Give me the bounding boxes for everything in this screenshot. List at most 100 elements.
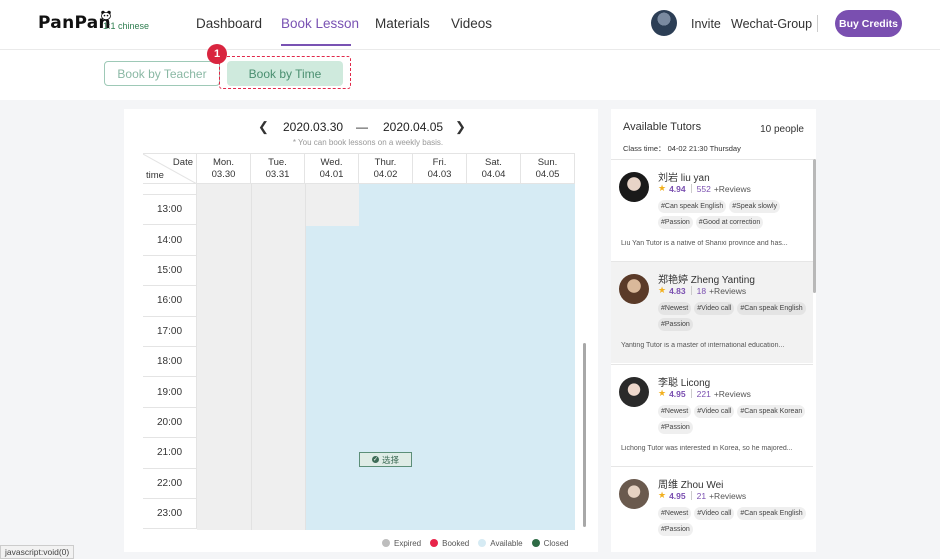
tutor-rating: ★ 4.95 21 +Reviews	[658, 490, 746, 501]
tutor-name: 周维 Zhou Wei	[658, 480, 724, 491]
tutor-card[interactable]: 刘岩 liu yan ★ 4.94 552 +Reviews #Can spea…	[611, 159, 813, 261]
step-badge: 1	[207, 44, 227, 64]
tutor-tag: #Passion	[658, 421, 693, 434]
wechat-group-link[interactable]: Wechat-Group	[731, 17, 812, 31]
reviews-count: 21	[696, 490, 707, 501]
booking-note: * You can book lessons on a weekly basis…	[292, 138, 444, 147]
tutor-card[interactable]: 周维 Zhou Wei ★ 4.95 21 +Reviews #Newest #…	[611, 466, 813, 552]
time-label-spacer	[143, 184, 197, 195]
tutor-name: 郑艳婷 Zheng Yanting	[658, 275, 755, 286]
buy-credits-button[interactable]: Buy Credits	[835, 10, 902, 37]
tutor-tag: #Can speak English	[658, 200, 727, 213]
tutor-description: Yanting Tutor is a master of internation…	[621, 342, 785, 349]
week-range-dash: —	[356, 120, 368, 134]
legend-label: Booked	[442, 538, 470, 548]
rating-divider	[690, 491, 692, 500]
class-time: Class time： 04-02 21:30 Thursday	[623, 144, 741, 153]
legend-closed: Closed	[531, 538, 569, 548]
day-name: Sat.	[485, 157, 502, 168]
day-header-tue: Tue. 03.31	[251, 154, 305, 184]
legend-dot	[430, 539, 439, 547]
legend-available: Available	[478, 539, 523, 548]
tutor-description: Liu Yan Tutor is a native of Shanxi prov…	[621, 240, 788, 247]
tutors-count: 10 people	[760, 124, 804, 135]
tutor-tag: #Passion	[658, 318, 693, 331]
expired-slots-wed	[305, 184, 359, 226]
legend-label: Closed	[543, 538, 569, 548]
available-tutors-panel: Available Tutors 10 people Class time： 0…	[611, 109, 816, 552]
legend-expired: Expired	[382, 539, 421, 548]
tab-book-by-teacher[interactable]: Book by Teacher	[104, 61, 220, 86]
tutor-tag: #Video call	[694, 507, 735, 520]
nav-materials[interactable]: Materials	[375, 16, 430, 31]
rating-value: 4.95	[669, 388, 686, 399]
calendar-scrollbar[interactable]	[583, 343, 586, 527]
selected-slot-chip[interactable]: ✓ 选择	[359, 452, 412, 467]
booking-mode-bar: Book by Teacher Book by Time 1	[0, 44, 940, 100]
tutor-tag: #Newest	[658, 405, 692, 418]
day-name: Wed.	[320, 157, 343, 168]
tutor-tag: #Good at correction	[695, 216, 764, 229]
day-name: Thur.	[374, 157, 397, 168]
time-label: 16:00	[143, 286, 197, 317]
day-name: Mon.	[212, 157, 235, 168]
tutor-tag: #Can speak English	[737, 302, 806, 315]
slot-legend: Expired Booked Available Closed	[382, 537, 569, 549]
top-header: PanPan 1:1 chinese Dashboard Book Lesson…	[0, 0, 940, 50]
tutor-rating: ★ 4.95 221 +Reviews	[658, 388, 751, 399]
time-label: 20:00	[143, 407, 197, 439]
tutors-scrollbar[interactable]	[813, 159, 816, 293]
chevron-right-icon[interactable]: ❯	[455, 119, 466, 135]
nav-videos[interactable]: Videos	[451, 16, 492, 31]
invite-link[interactable]: Invite	[691, 17, 721, 31]
tutor-tags: #Newest #Video call #Can speak Korean #P…	[658, 405, 808, 434]
legend-label: Expired	[394, 538, 422, 548]
time-label: 18:00	[143, 347, 197, 378]
legend-dot	[478, 539, 487, 547]
nav-book-lesson[interactable]: Book Lesson	[281, 16, 359, 31]
time-label: 19:00	[143, 377, 197, 408]
tutor-tag: #Speak slowly	[729, 200, 781, 213]
calendar-header-row: Date time Mon. 03.30 Tue. 03.31 Wed. 04.01 …	[143, 153, 575, 184]
time-label: 17:00	[143, 316, 197, 347]
legend-dot	[382, 539, 390, 547]
available-slots-thu-sun[interactable]	[359, 184, 575, 530]
header-divider	[817, 15, 818, 32]
tutor-card[interactable]: 郑艳婷 Zheng Yanting ★ 4.83 18 +Reviews #Ne…	[611, 261, 813, 363]
user-avatar[interactable]	[651, 10, 677, 36]
legend-dot	[531, 539, 540, 547]
available-slots-wed[interactable]	[305, 226, 359, 530]
browser-status-bar: javascript:void(0)	[0, 545, 75, 559]
star-icon: ★	[658, 183, 667, 193]
day-name: Tue.	[268, 157, 287, 168]
tutor-avatar	[619, 274, 649, 304]
rating-divider	[690, 184, 692, 193]
tutor-name: 李聪 Licong	[658, 378, 711, 389]
chevron-left-icon[interactable]: ❮	[258, 119, 269, 135]
star-icon: ★	[658, 285, 667, 295]
reviews-count: 18	[696, 285, 707, 296]
rating-divider	[690, 286, 692, 295]
highlight-annotation: 1	[207, 44, 351, 89]
tutor-card[interactable]: 李聪 Licong ★ 4.95 221 +Reviews #Newest #V…	[611, 364, 813, 466]
day-name: Fri.	[432, 157, 447, 168]
day-header-fri: Fri. 04.03	[413, 154, 467, 184]
tutor-tag: #Can speak English	[737, 507, 806, 520]
legend-booked: Booked	[430, 539, 469, 548]
day-date: 03.31	[265, 169, 290, 180]
tutor-avatar	[619, 377, 649, 407]
reviews-label: +Reviews	[709, 285, 747, 296]
selected-slot-label: 选择	[381, 454, 399, 465]
tutor-tags: #Newest #Video call #Can speak English #…	[658, 507, 808, 536]
day-name: Sun.	[537, 157, 558, 168]
day-date: 04.03	[427, 169, 452, 180]
check-icon: ✓	[371, 456, 379, 463]
tutor-tag: #Newest	[658, 302, 692, 315]
nav-dashboard[interactable]: Dashboard	[196, 16, 262, 31]
reviews-label: +Reviews	[713, 183, 751, 194]
tutor-tag: #Can speak Korean	[737, 405, 806, 418]
star-icon: ★	[658, 490, 667, 500]
rating-value: 4.95	[669, 490, 686, 501]
star-icon: ★	[658, 388, 667, 398]
day-header-thu: Thur. 04.02	[359, 154, 413, 184]
